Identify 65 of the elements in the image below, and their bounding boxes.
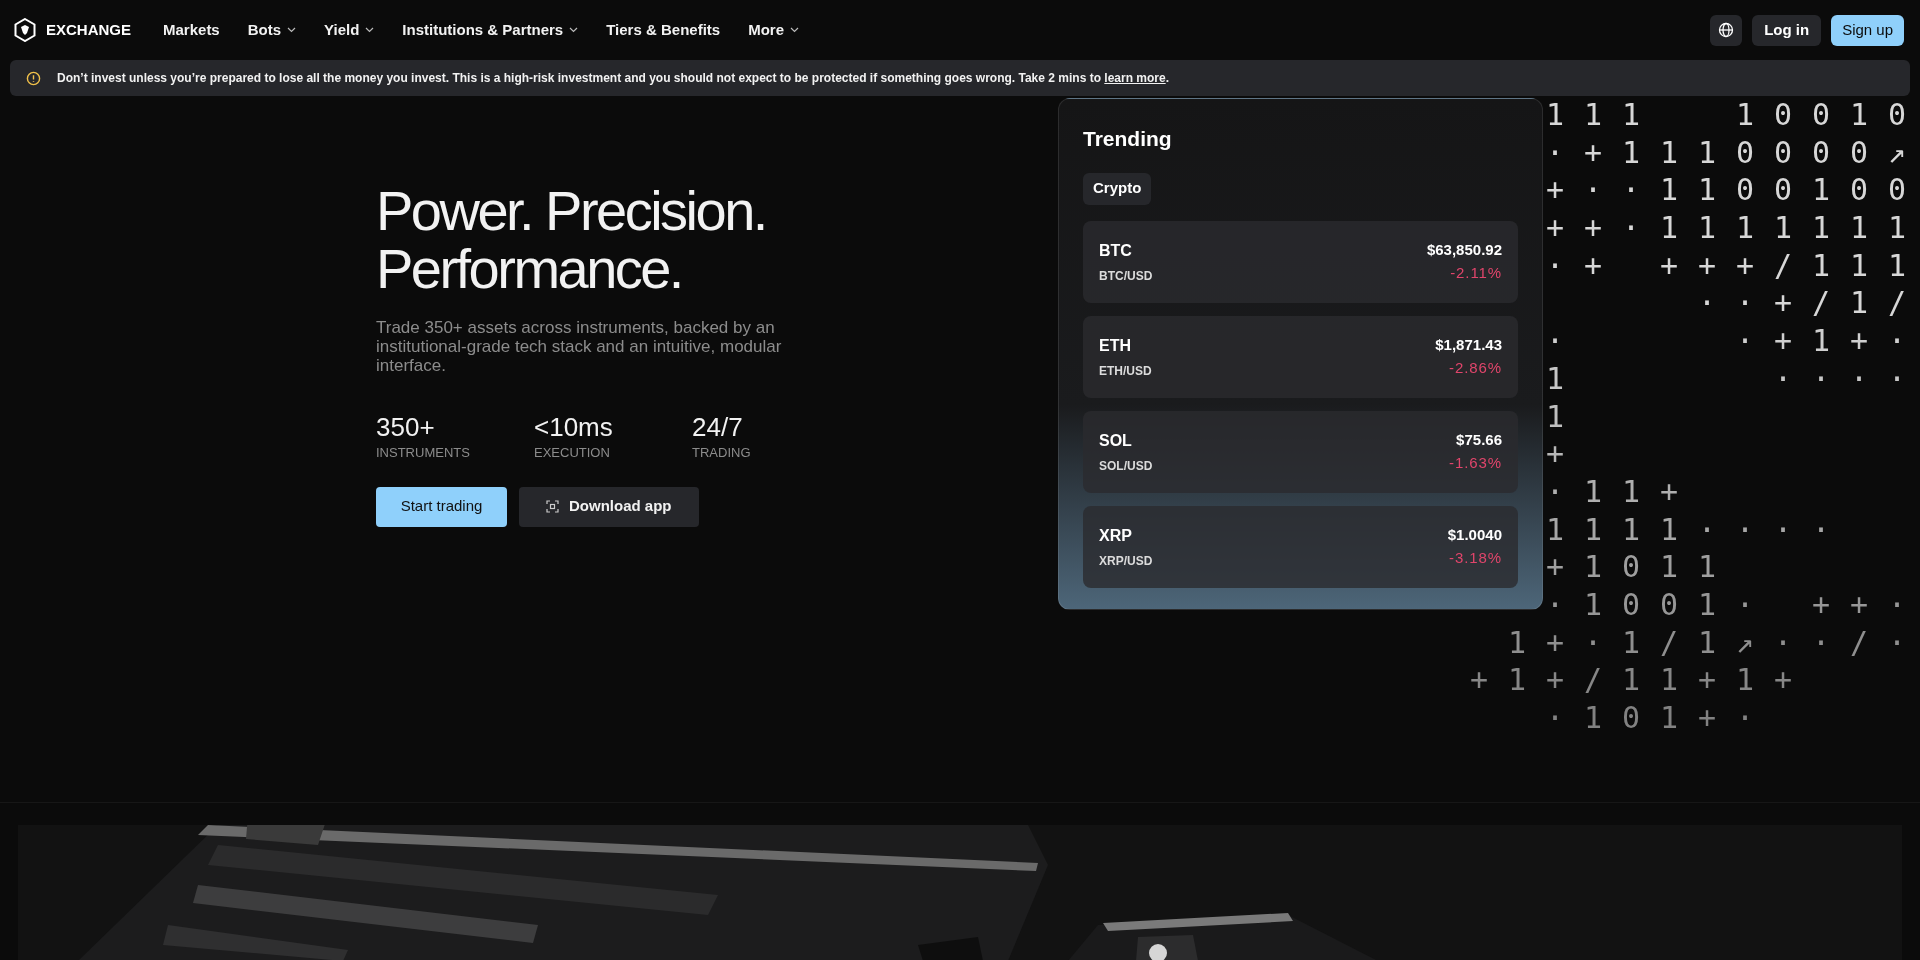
ticker-row[interactable]: XRP XRP/USD $1.0040 -3.18% [1083,505,1518,588]
price-change: -2.11% [1450,262,1502,283]
pattern-row: +··1100100 [1546,171,1920,210]
nav-link[interactable]: Tiers & Benefits [606,18,721,42]
nav-link[interactable]: Bots [247,18,297,42]
nav-link[interactable]: Yield [324,18,375,42]
ticker-price: $1,871.43 [1435,335,1502,355]
pattern-row: ·101+· [1546,699,1774,737]
price-change: -3.18% [1449,547,1502,568]
download-app-button[interactable]: Download app [519,486,699,527]
category-tab[interactable]: Crypto [1083,172,1152,205]
logo-icon[interactable] [14,18,36,42]
nav-link[interactable]: Institutions & Partners [402,18,579,42]
pattern-row: 1 ···· [1546,359,1920,398]
pattern-row: 1 [1546,397,1584,436]
hero-heading: Power. Precision. Performance. [376,182,767,298]
pattern-row: ·1001· ++· [1546,585,1920,624]
scan-icon [546,500,559,513]
stat-label: EXECUTION [534,444,610,462]
pattern-row: ··+/1/ [1698,284,1920,323]
stat-label: TRADING [692,444,751,462]
stat-label: INSTRUMENTS [376,444,470,462]
nav-link[interactable]: Markets [163,18,220,42]
learn-more-link[interactable]: learn more [1104,71,1166,85]
log-in-button[interactable]: Log in [1752,14,1822,46]
warning-icon [26,70,41,86]
risk-warning: Don’t invest unless you’re prepared to lose all the money you invest. This is a high-risk investment and you should not expect to be protected if something goes wrong. Take 2 mins to learn more. [57,70,1169,87]
pattern-row: ++·1111111 [1546,209,1920,247]
globe-icon [1718,22,1735,38]
stat-value: 24/7 [692,413,743,441]
ticker-price: $75.66 [1456,430,1502,450]
pattern-row: +1+/11+1+ [1470,661,1812,699]
pattern-row: · ·+1+· [1546,322,1920,360]
ticker-pair: XRP/USD [1099,552,1153,570]
ticker-pair: SOL/USD [1099,457,1153,475]
pattern-row: ·+ +++/111 [1546,246,1920,285]
pattern-row: 111 10010 [1546,96,1920,134]
sign-up-button[interactable]: Sign up [1831,14,1904,46]
pattern-row: 1+·1/1↗··/· [1508,623,1920,662]
ticker-pair: BTC/USD [1099,267,1153,285]
language-button[interactable] [1710,14,1743,46]
ticker-symbol: SOL [1099,430,1132,451]
price-change: -2.86% [1449,357,1502,378]
pattern-row: 1111···· [1546,510,1850,549]
pattern-row: + [1546,435,1584,473]
ticker-symbol: XRP [1099,525,1132,546]
ticker-symbol: ETH [1099,335,1131,356]
brand-name[interactable]: EXCHANGE [46,18,131,42]
ticker-symbol: BTC [1099,240,1132,261]
pattern-row: ·+1110000↗ [1546,133,1920,172]
card-title: Trending [1083,126,1172,152]
stat-value: <10ms [534,413,613,441]
price-change: -1.63% [1449,452,1502,473]
stat-value: 350+ [376,413,435,441]
ticker-row[interactable]: SOL SOL/USD $75.66 -1.63% [1083,410,1518,493]
ticker-row[interactable]: ETH ETH/USD $1,871.43 -2.86% [1083,315,1518,398]
ticker-pair: ETH/USD [1099,362,1152,380]
pattern-row: +1011 [1546,548,1736,586]
pattern-row: ·11+ [1546,472,1698,511]
nav-link[interactable]: More [748,18,799,42]
ticker-price: $63,850.92 [1426,240,1502,260]
ticker-price: $1.0040 [1447,525,1502,545]
hero-description: Trade 350+ assets across instruments, backed by an institutional-grade tech stack and an intuitive, modular interface. [376,318,783,375]
start-trading-button[interactable]: Start trading [376,486,507,527]
ticker-row[interactable]: BTC BTC/USD $63,850.92 -2.11% [1083,220,1518,303]
